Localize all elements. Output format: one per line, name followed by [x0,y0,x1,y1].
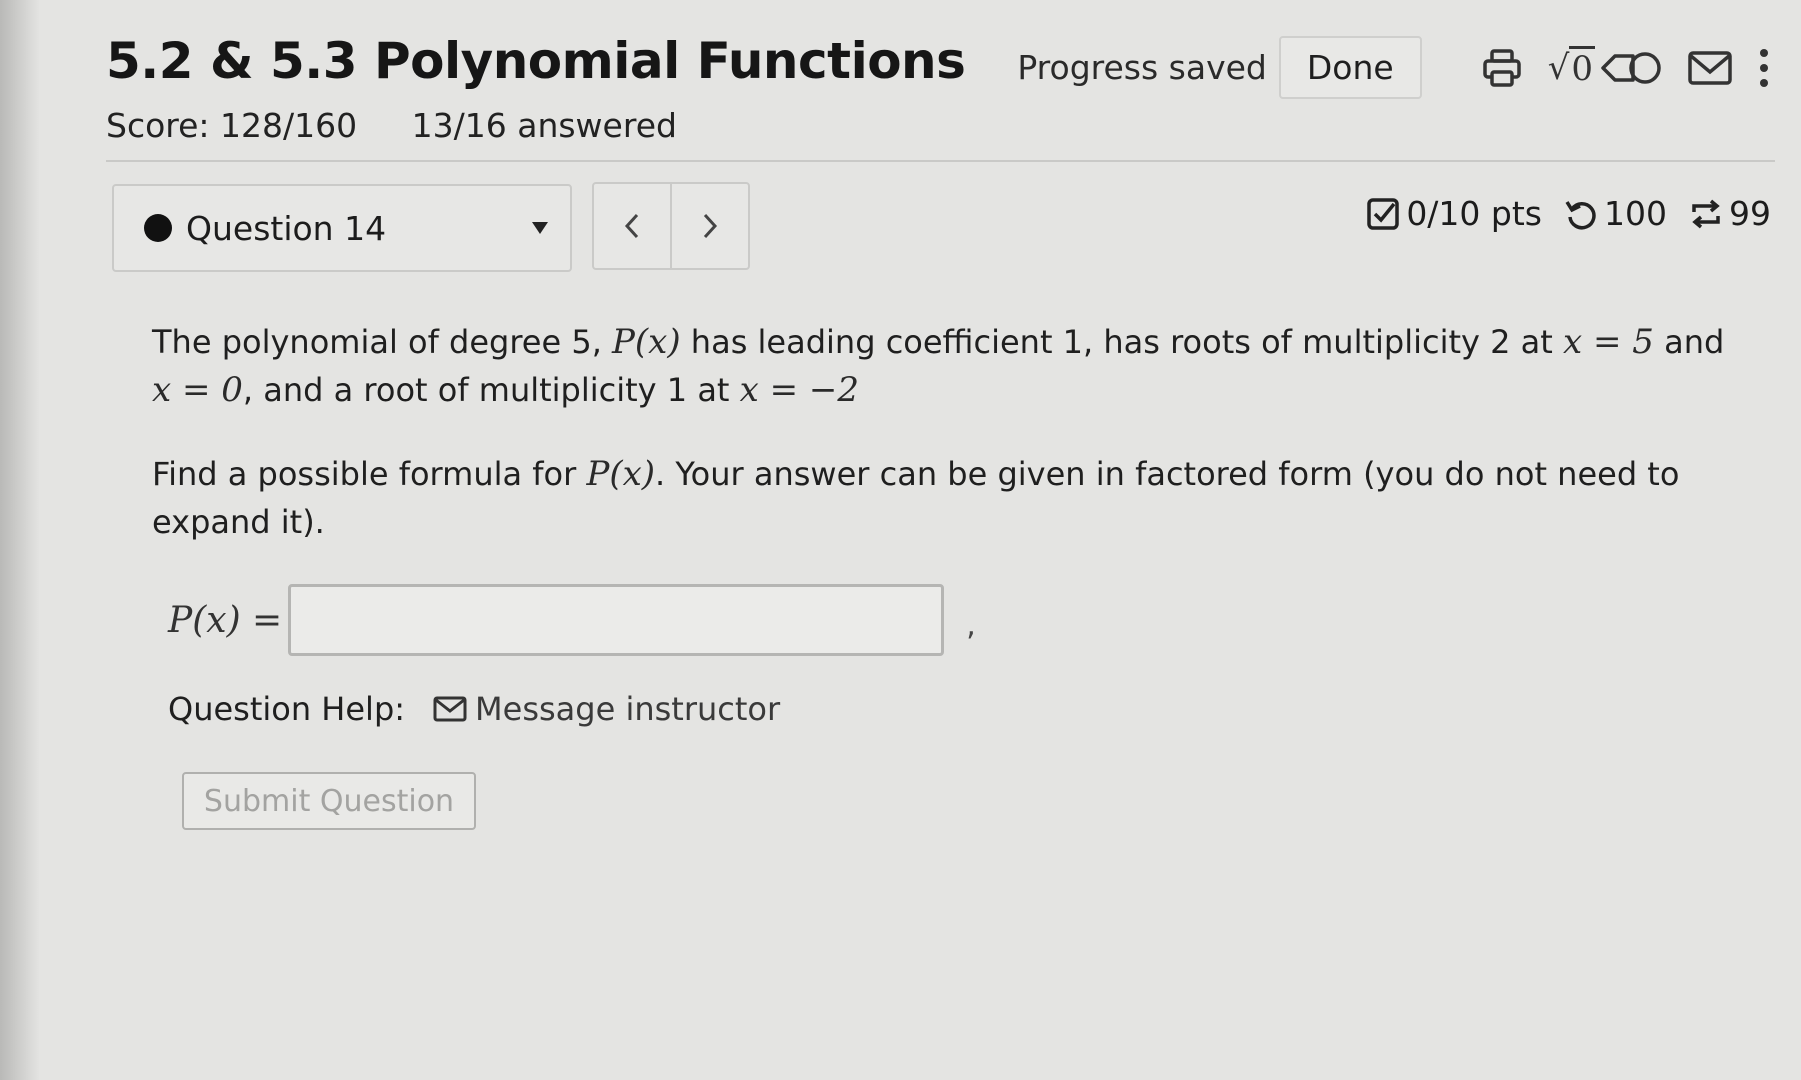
next-question-button[interactable] [670,182,750,270]
answer-trailing-comma: , [966,607,976,643]
q1-text-a: The polynomial of degree 5, [152,323,613,361]
question-help-label: Question Help: [168,690,406,728]
tag-icon[interactable] [1599,46,1663,90]
question-help: Question Help: Message instructor [168,690,780,728]
undo-icon [1565,200,1596,229]
answered-count: 13/16 answered [411,106,677,145]
score-line: Score: 128/160 13/16 answered [106,106,721,145]
header-toolbar: Progress saved Done √ 0 [1017,36,1771,99]
page: 5.2 & 5.3 Polynomial Functions Score: 12… [0,0,1801,1080]
q2-math-px: P(x) [586,454,656,494]
question-stats: 0/10 pts 100 99 [1344,194,1771,233]
math-entry-icon[interactable]: √ 0 [1548,46,1595,89]
attempts-stat: 100 [1564,194,1667,233]
mail-icon[interactable] [1687,48,1733,88]
chevron-right-icon [703,213,718,239]
q1-text-d: , and a root of multiplicity 1 at [242,371,740,409]
q1-math-root-5: x = 5 [1562,322,1654,362]
q1-text-b: has leading coefficient 1, has roots of … [680,323,1563,361]
sqrt-box: 0 [1569,46,1595,89]
points-text: 0/10 pts [1406,194,1542,233]
answer-label: P(x) = [168,599,283,641]
done-button[interactable]: Done [1278,36,1422,99]
answer-input[interactable] [288,584,945,656]
attempts-text: 100 [1604,194,1667,233]
previous-question-button[interactable] [592,182,672,270]
header-divider [106,160,1775,162]
dropdown-caret-icon [532,222,548,234]
q2-text-a: Find a possible formula for [152,455,587,493]
versions-text: 99 [1729,194,1771,233]
sqrt-symbol: √ [1547,47,1570,88]
q1-math-root-0: x = 0 [152,370,243,410]
left-edge-shadow [0,0,40,1080]
points-stat: 0/10 pts [1366,194,1542,233]
question-selector[interactable]: Question 14 [112,184,572,272]
chevron-left-icon [624,213,639,239]
q1-math-root-neg2: x = −2 [739,370,860,410]
mail-icon [433,696,467,722]
question-selector-label: Question 14 [186,208,387,248]
q1-text-c: and [1653,323,1725,361]
question-paragraph-2: Find a possible formula for P(x). Your a… [152,450,1732,546]
page-title: 5.2 & 5.3 Polynomial Functions [106,32,966,90]
message-instructor-label: Message instructor [475,690,781,728]
question-status-dot [144,214,172,242]
more-vertical-icon[interactable] [1757,46,1771,90]
submit-question-button[interactable]: Submit Question [182,772,476,830]
progress-saved-status: Progress saved [1017,48,1267,87]
checkbox-icon [1367,197,1400,230]
repeat-icon [1692,199,1720,228]
versions-stat: 99 [1689,194,1771,233]
answer-row: P(x) = , [168,584,976,656]
message-instructor-link[interactable]: Message instructor [433,690,780,728]
question-paragraph-1: The polynomial of degree 5, P(x) has lea… [152,318,1732,414]
q1-math-px: P(x) [612,322,681,362]
print-icon[interactable] [1480,46,1524,90]
score-text: Score: 128/160 [106,106,358,145]
